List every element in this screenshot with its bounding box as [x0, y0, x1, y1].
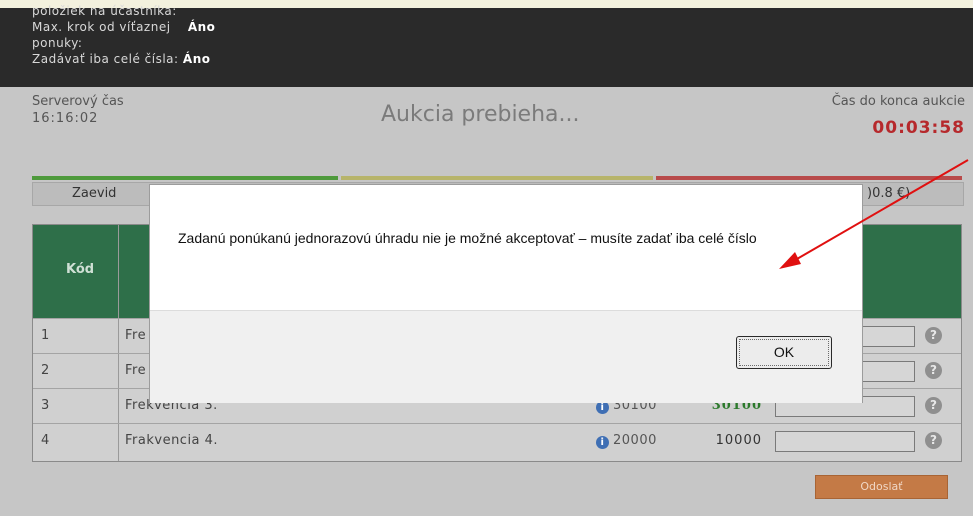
progress-bar-green — [32, 176, 338, 180]
info-row-right-text: )0.8 €) — [867, 186, 911, 201]
code-column-header: Kód — [66, 262, 95, 277]
info-icon[interactable]: i — [596, 436, 609, 449]
help-icon[interactable]: ? — [925, 397, 942, 414]
auction-status: Aukcia prebieha... — [381, 102, 580, 127]
param-integers: Zadávať iba celé čísla: Áno — [32, 52, 211, 66]
progress-bar-olive — [341, 176, 653, 180]
alert-dialog: Zadanú ponúkanú jednorazovú úhradu nie j… — [149, 184, 863, 403]
countdown-timer: 00:03:58 — [872, 118, 965, 138]
row-name: Fre — [125, 328, 147, 343]
row-code: 3 — [41, 398, 50, 413]
dialog-footer: OK — [150, 310, 862, 403]
ok-button[interactable]: OK — [736, 336, 832, 369]
row-name: Fre — [125, 363, 147, 378]
row-value: i 20000 — [596, 433, 657, 449]
param-max-step: Max. krok od víťaznej Áno — [32, 20, 216, 34]
row-name: Frakvencia 4. — [125, 433, 219, 448]
progress-bar-red — [656, 176, 962, 180]
auction-parameters-panel: položiek na účastníka: Max. krok od víťa… — [0, 4, 973, 87]
alert-message: Zadanú ponúkanú jednorazovú úhradu nie j… — [178, 230, 757, 246]
info-row-left-text: Zaevid — [72, 186, 117, 201]
help-icon[interactable]: ? — [925, 432, 942, 449]
submit-button[interactable]: Odoslať — [815, 475, 948, 499]
countdown-label: Čas do konca aukcie — [831, 94, 965, 109]
help-icon[interactable]: ? — [925, 362, 942, 379]
row-code: 2 — [41, 363, 50, 378]
table-row: 4 Frakvencia 4. i 20000 10000 ? — [33, 423, 961, 459]
row-code: 4 — [41, 433, 50, 448]
bid-input[interactable] — [775, 431, 915, 452]
row-code: 1 — [41, 328, 50, 343]
row-current-bid: 10000 — [715, 433, 762, 448]
help-icon[interactable]: ? — [925, 327, 942, 344]
server-time: 16:16:02 — [32, 111, 99, 126]
param-max-step-cont: ponuky: — [32, 36, 83, 50]
param-cut-line: položiek na účastníka: — [32, 4, 177, 18]
server-time-label: Serverový čas — [32, 94, 124, 109]
